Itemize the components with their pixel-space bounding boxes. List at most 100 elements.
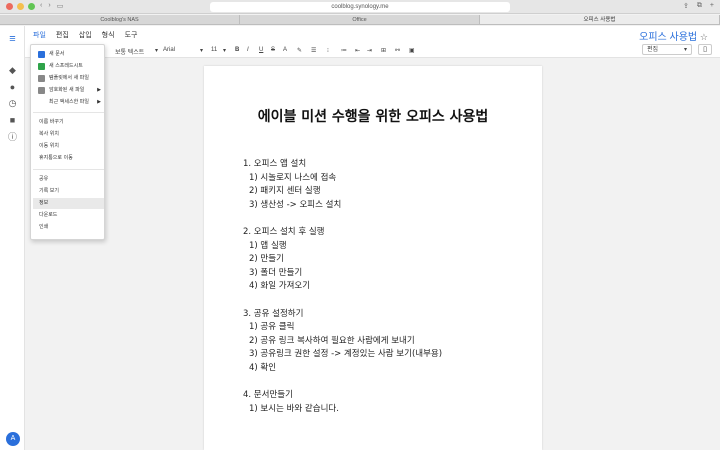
- minimize-window-button[interactable]: [17, 3, 24, 10]
- underline-icon[interactable]: U: [259, 47, 263, 53]
- document-page[interactable]: 에이블 미션 수행을 위한 오피스 사용법 1. 오피스 앱 설치 1) 시놀로…: [204, 66, 542, 450]
- indent-increase-icon[interactable]: ⇥: [367, 47, 372, 54]
- menu-item-label: 새 문서: [49, 51, 65, 57]
- left-rail: ≡ ◆ ● ◷ ■ ⓘ A: [0, 26, 25, 450]
- section-heading: 4. 문서만들기: [243, 390, 293, 400]
- menu-file[interactable]: 파일: [33, 30, 46, 40]
- menu-divider: [33, 112, 104, 113]
- view-mode-select[interactable]: 편집 ▾: [642, 44, 692, 55]
- italic-icon[interactable]: I: [247, 47, 249, 53]
- address-bar[interactable]: coolblog.synology.me: [210, 2, 510, 12]
- table-icon[interactable]: ⊞: [381, 47, 386, 54]
- list-item: 4) 확인: [249, 362, 277, 373]
- dropdown-chevron-icon: ▾: [223, 48, 227, 54]
- menu-format[interactable]: 형식: [102, 30, 115, 40]
- tag-icon[interactable]: ◆: [7, 65, 18, 76]
- format-toolbar: 보통 텍스트 ▾ Arial ▾ 11 ▾ B I U S A ✎ ☰ ⁝ ≔ …: [25, 44, 720, 58]
- list-item: 2) 공유 링크 복사하여 필요한 사람에게 보내기: [249, 335, 415, 346]
- close-window-button[interactable]: [6, 3, 13, 10]
- menu-item-label: 암호화된 새 파일: [49, 87, 85, 93]
- menu-edit[interactable]: 편집: [56, 30, 69, 40]
- menu-item-share[interactable]: 공유: [33, 174, 104, 185]
- view-mode-label: 편집: [647, 47, 659, 53]
- menu-item-copy-to[interactable]: 복사 위치: [33, 129, 104, 140]
- menu-item-history[interactable]: 기록 보기: [33, 186, 104, 197]
- back-icon[interactable]: ‹: [40, 2, 42, 10]
- lock-icon[interactable]: ■: [7, 115, 18, 126]
- section: 4. 문서만들기 1) 보시는 바와 같습니다.: [243, 389, 533, 416]
- list-item: 3) 생산성 -> 오피스 설치: [249, 199, 342, 210]
- side-panel-toggle-icon[interactable]: ▯: [698, 44, 712, 55]
- shared-users-icon[interactable]: ●: [7, 82, 18, 93]
- file-menu-dropdown: 새 문서 새 스프레드시트 템플릿에서 새 파일 암호화된 새 파일 ▶ 최근 …: [30, 44, 105, 240]
- app-menubar: 파일 편집 삽입 형식 도구 오피스 사용법 ☆: [25, 26, 720, 44]
- menu-item-download[interactable]: 다운로드: [33, 210, 104, 221]
- menu-item-new-from-template[interactable]: 템플릿에서 새 파일: [33, 73, 104, 84]
- chevron-down-icon: ▾: [683, 47, 687, 53]
- menu-item-trash[interactable]: 휴지통으로 이동: [33, 153, 104, 164]
- align-icon[interactable]: ☰: [311, 47, 316, 54]
- info-icon[interactable]: ⓘ: [7, 132, 18, 143]
- menu-divider: [33, 169, 104, 170]
- recent-clock-icon[interactable]: ◷: [7, 98, 18, 109]
- hamburger-menu-icon[interactable]: ≡: [7, 34, 18, 45]
- list-item: 2) 만들기: [249, 254, 284, 264]
- text-color-icon[interactable]: A: [283, 47, 287, 53]
- menu-insert[interactable]: 삽입: [79, 30, 92, 40]
- dropdown-chevron-icon: ▾: [155, 48, 159, 54]
- browser-titlebar: ‹ › ▭ coolblog.synology.me ⇪ ⧉ +: [0, 0, 720, 14]
- menu-item-new-encrypted[interactable]: 암호화된 새 파일 ▶: [33, 85, 104, 96]
- numbered-list-icon[interactable]: ≔: [341, 47, 347, 54]
- bullet-list-icon[interactable]: ⁝: [327, 47, 329, 54]
- list-item: 1) 보시는 바와 같습니다.: [249, 403, 339, 414]
- document-body: 1. 오피스 앱 설치 1) 시놀로지 나스에 접속 2) 패키지 센터 실행 …: [243, 158, 533, 430]
- user-avatar[interactable]: A: [6, 432, 20, 446]
- lock-icon: [38, 87, 45, 94]
- list-item: 1) 시놀로지 나스에 접속: [249, 172, 337, 183]
- indent-decrease-icon[interactable]: ⇤: [355, 47, 360, 54]
- menu-item-new-spreadsheet[interactable]: 새 스프레드시트: [33, 61, 104, 72]
- menu-item-print[interactable]: 인쇄: [33, 222, 104, 233]
- window-controls: [6, 3, 35, 10]
- menu-item-label: 최근 액세스한 파일: [49, 99, 89, 105]
- image-icon[interactable]: ▣: [409, 47, 415, 54]
- tabs-icon[interactable]: ⧉: [697, 2, 702, 10]
- menu-item-rename[interactable]: 이름 바꾸기: [33, 117, 104, 128]
- strikethrough-icon[interactable]: S: [271, 47, 275, 53]
- font-family-select[interactable]: Arial: [163, 47, 175, 53]
- document-title[interactable]: 오피스 사용법 ☆: [639, 28, 708, 43]
- nav-buttons: ‹ › ▭: [40, 2, 63, 10]
- submenu-arrow-icon: ▶: [97, 87, 101, 93]
- browser-tab[interactable]: Coolblog's NAS: [0, 15, 240, 24]
- list-item: 1) 앱 실행: [249, 240, 287, 251]
- highlight-icon[interactable]: ✎: [297, 47, 302, 54]
- list-item: 2) 패키지 센터 실행: [249, 186, 321, 196]
- menu-item-new-document[interactable]: 새 문서: [33, 49, 104, 60]
- paragraph-style-select[interactable]: 보통 텍스트: [115, 47, 144, 56]
- browser-actions: ⇪ ⧉ +: [683, 2, 714, 10]
- link-icon[interactable]: ⚯: [395, 47, 400, 54]
- spreadsheet-icon: [38, 63, 45, 70]
- menu-item-info[interactable]: 정보: [33, 198, 104, 209]
- menu-tools[interactable]: 도구: [125, 30, 138, 40]
- menu-item-label: 템플릿에서 새 파일: [49, 75, 89, 81]
- list-item: 1) 공유 클릭: [249, 322, 295, 332]
- sidebar-icon[interactable]: ▭: [57, 2, 64, 10]
- list-item: 3) 공유링크 권한 설정 -> 계정있는 사람 보기(내부용): [249, 349, 443, 359]
- new-tab-icon[interactable]: +: [710, 2, 714, 10]
- section-heading: 3. 공유 설정하기: [243, 308, 304, 319]
- star-icon[interactable]: ☆: [700, 32, 708, 42]
- menu-item-move-to[interactable]: 이동 위치: [33, 141, 104, 152]
- share-icon[interactable]: ⇪: [683, 2, 689, 10]
- menu-item-recent-files[interactable]: 최근 액세스한 파일 ▶: [33, 97, 104, 108]
- font-size-select[interactable]: 11: [211, 47, 217, 53]
- browser-tab[interactable]: Office: [240, 15, 480, 24]
- template-icon: [38, 75, 45, 82]
- page-heading: 에이블 미션 수행을 위한 오피스 사용법: [257, 109, 489, 125]
- forward-icon[interactable]: ›: [48, 2, 50, 10]
- bold-icon[interactable]: B: [235, 47, 239, 53]
- zoom-window-button[interactable]: [28, 3, 35, 10]
- document-icon: [38, 51, 45, 58]
- browser-tab-active[interactable]: 오피스 사용법: [480, 15, 720, 24]
- section-heading: 2. 오피스 설치 후 실행: [243, 227, 325, 237]
